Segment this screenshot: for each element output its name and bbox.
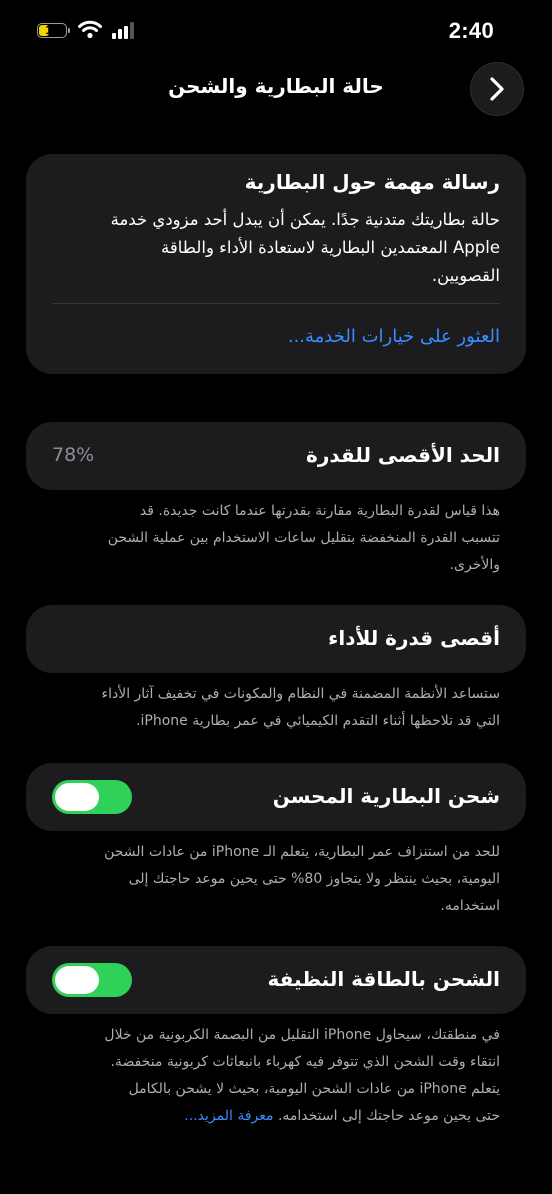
battery-nub — [68, 28, 70, 33]
learn-more-link[interactable]: معرفة المزيد... — [184, 1108, 273, 1124]
footnote-line: يتعلم iPhone من عادات الشحن اليومية، بحي… — [128, 1081, 500, 1097]
clean-energy-footnote: في منطقتك، سيحاول iPhone التقليل من البص… — [30, 1022, 500, 1130]
toggle-knob — [55, 783, 99, 811]
max-capacity-row: الحد الأقصى للقدرة 78% — [26, 422, 526, 490]
status-bar: 19 2:40 — [0, 0, 552, 56]
wifi-icon — [78, 20, 102, 39]
footnote-line: تتسبب القدرة المنخفضة بتقليل ساعات الاست… — [107, 530, 500, 546]
optimized-charging-footnote: للحد من استنزاف عمر البطارية، يتعلم الـ … — [30, 839, 500, 920]
max-capacity-label: الحد الأقصى للقدرة — [306, 443, 500, 467]
footnote-line: في منطقتك، سيحاول iPhone التقليل من البص… — [104, 1027, 500, 1043]
find-service-options-link[interactable]: العثور على خيارات الخدمة... — [288, 326, 500, 347]
message-body-line: Apple المعتمدين البطارية لاستعادة الأداء… — [161, 238, 500, 257]
peak-performance-label: أقصى قدرة للأداء — [328, 626, 500, 650]
footnote-line: انتقاء وقت الشحن الذي تتوفر فيه كهرباء ب… — [110, 1054, 500, 1070]
divider — [52, 303, 500, 304]
chevron-right-icon — [490, 77, 504, 101]
footnote-text: حتى يحين موعد حاجتك إلى استخدامه. — [277, 1108, 500, 1124]
toggle-knob — [55, 966, 99, 994]
footnote-line: والأخرى. — [449, 557, 500, 573]
status-time: 2:40 — [448, 18, 494, 43]
message-body: حالة بطاريتك متدنية جدًا. يمكن أن يبدل أ… — [46, 206, 500, 290]
footnote-line: ستساعد الأنظمة المضمنة في النظام والمكون… — [101, 686, 501, 702]
battery-level: 19 — [45, 23, 59, 37]
signal-bars-icon — [112, 22, 134, 39]
clean-energy-row: الشحن بالطاقة النظيفة — [26, 946, 526, 1014]
optimized-charging-row: شحن البطارية المحسن — [26, 763, 526, 831]
clean-energy-toggle[interactable] — [52, 963, 132, 997]
max-capacity-value: 78% — [52, 444, 95, 466]
peak-performance-row[interactable]: أقصى قدرة للأداء — [26, 605, 526, 673]
page-title: حالة البطارية والشحن — [168, 74, 384, 98]
message-body-line: حالة بطاريتك متدنية جدًا. يمكن أن يبدل أ… — [110, 210, 500, 229]
clean-energy-label: الشحن بالطاقة النظيفة — [267, 967, 501, 991]
battery-icon: 19 — [37, 23, 70, 38]
footnote-line: للحد من استنزاف عمر البطارية، يتعلم الـ … — [104, 844, 500, 860]
back-button[interactable] — [470, 62, 524, 116]
peak-performance-footnote: ستساعد الأنظمة المضمنة في النظام والمكون… — [30, 681, 501, 735]
important-message-card: رسالة مهمة حول البطارية حالة بطاريتك متد… — [26, 154, 526, 374]
message-body-line: القصويين. — [431, 266, 500, 285]
footnote-line: استخدامه. — [440, 898, 500, 914]
footnote-line: هذا قياس لقدرة البطارية مقارنة بقدرتها ع… — [139, 503, 500, 519]
max-capacity-footnote: هذا قياس لقدرة البطارية مقارنة بقدرتها ع… — [30, 498, 500, 579]
optimized-charging-label: شحن البطارية المحسن — [272, 784, 500, 808]
footnote-line: التي قد تلاحظها أثناء التقدم الكيميائي ف… — [136, 713, 500, 729]
footnote-line: اليومية، بحيث ينتظر ولا يتجاوز 80% حتى ي… — [128, 871, 500, 887]
message-title: رسالة مهمة حول البطارية — [244, 170, 500, 194]
footnote-line: حتى يحين موعد حاجتك إلى استخدامه. معرفة … — [30, 1103, 500, 1130]
optimized-charging-toggle[interactable] — [52, 780, 132, 814]
